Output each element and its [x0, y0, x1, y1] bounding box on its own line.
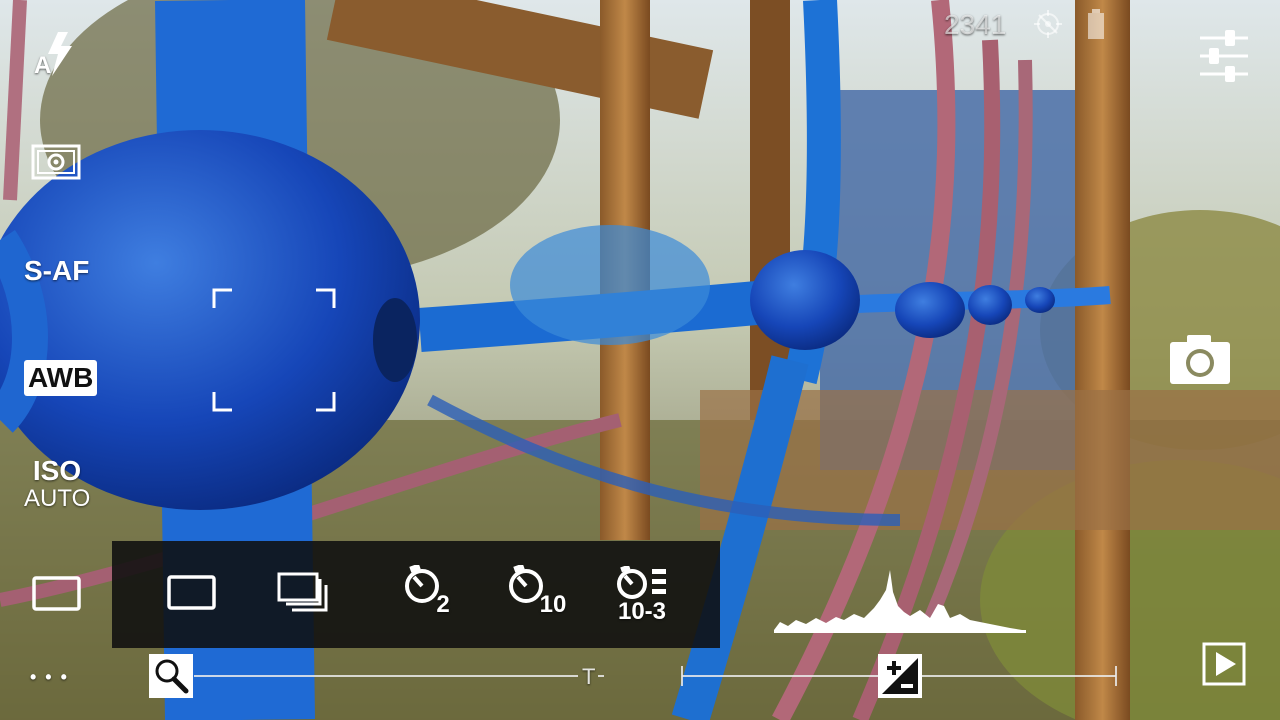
drive-mode-panel: 2 10 10-3 [112, 541, 720, 648]
zoom-track-end [598, 675, 604, 677]
play-icon [1202, 642, 1246, 686]
drive-timer-2-button[interactable]: 2 [390, 563, 462, 623]
histogram [770, 560, 1030, 635]
drive-timer-10-button[interactable]: 10 [496, 563, 576, 623]
white-balance-button[interactable]: AWB [24, 360, 98, 396]
sliders-icon[interactable] [1198, 28, 1250, 84]
drive-single-button[interactable] [162, 563, 222, 623]
exposure-compensation-icon [882, 658, 918, 694]
shots-remaining-count: 2341 [944, 9, 1007, 40]
iso-button[interactable]: ISO AUTO [24, 456, 90, 516]
exposure-track-end [1115, 666, 1117, 686]
exposure-compensation-button[interactable] [878, 654, 922, 698]
iso-label: ISO [32, 455, 82, 486]
iso-value: AUTO [24, 485, 91, 512]
battery-icon [1086, 8, 1106, 40]
timer-2-label: 2 [436, 591, 450, 618]
more-options-button[interactable]: • • • [30, 667, 69, 688]
focus-frame[interactable] [212, 288, 336, 412]
gps-off-icon [1033, 9, 1063, 39]
shutter-button[interactable] [1169, 333, 1231, 385]
flash-mode-label: A [34, 52, 52, 79]
drive-timer-burst-button[interactable]: 10-3 [606, 561, 678, 631]
flash-auto-icon[interactable]: A [34, 30, 80, 79]
timer-burst-label: 10-3 [617, 598, 667, 625]
zoom-button[interactable] [149, 654, 193, 698]
single-shot-icon [167, 575, 216, 610]
magnifier-icon [155, 659, 189, 694]
playback-button[interactable] [1202, 642, 1246, 686]
zoom-track[interactable] [194, 675, 578, 677]
continuous-shot-icon [277, 572, 328, 612]
zoom-tele-label: T [582, 664, 596, 689]
camera-icon [1170, 335, 1230, 384]
self-timer-burst-icon [617, 566, 666, 599]
metering-icon[interactable] [31, 142, 81, 182]
drive-mode-button[interactable] [31, 575, 83, 613]
drive-continuous-button[interactable] [274, 563, 334, 623]
timer-10-label: 10 [539, 591, 567, 618]
focus-mode-button[interactable]: S-AF [24, 255, 89, 287]
